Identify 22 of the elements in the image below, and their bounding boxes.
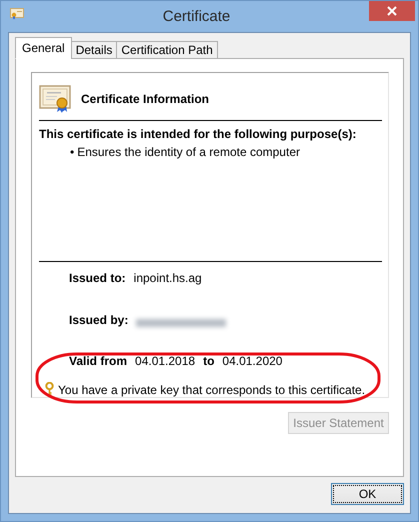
valid-from-label: Valid from (69, 354, 128, 368)
valid-from-date: 04.01.2018 (135, 354, 196, 368)
info-title: Certificate Information (81, 92, 210, 106)
bullet: • (70, 145, 74, 159)
key-icon (45, 382, 54, 397)
tab[interactable]: Details (70, 41, 118, 59)
close-icon (387, 6, 397, 16)
purpose-heading: This certificate is intended for the following purpose(s): (39, 127, 358, 141)
private-key-note: You have a private key that corresponds to this certificate. (58, 382, 366, 396)
tab[interactable]: General (15, 37, 72, 59)
issued-by-label: Issued by: (69, 313, 128, 327)
certificate-icon (10, 8, 24, 20)
issued-to-label: Issued to: (69, 271, 126, 285)
issued-to-value: inpoint.hs.ag (134, 271, 202, 285)
purpose-text: Ensures the identity of a remote computer (77, 145, 300, 159)
valid-to-label: to (203, 354, 214, 368)
ok-button[interactable]: OK (331, 483, 404, 505)
certificate-icon (39, 85, 71, 113)
window-title: Certificate (162, 8, 232, 25)
close-button[interactable] (369, 1, 415, 21)
valid-to-date: 04.01.2020 (222, 354, 282, 368)
tab[interactable]: Certification Path (116, 41, 218, 59)
